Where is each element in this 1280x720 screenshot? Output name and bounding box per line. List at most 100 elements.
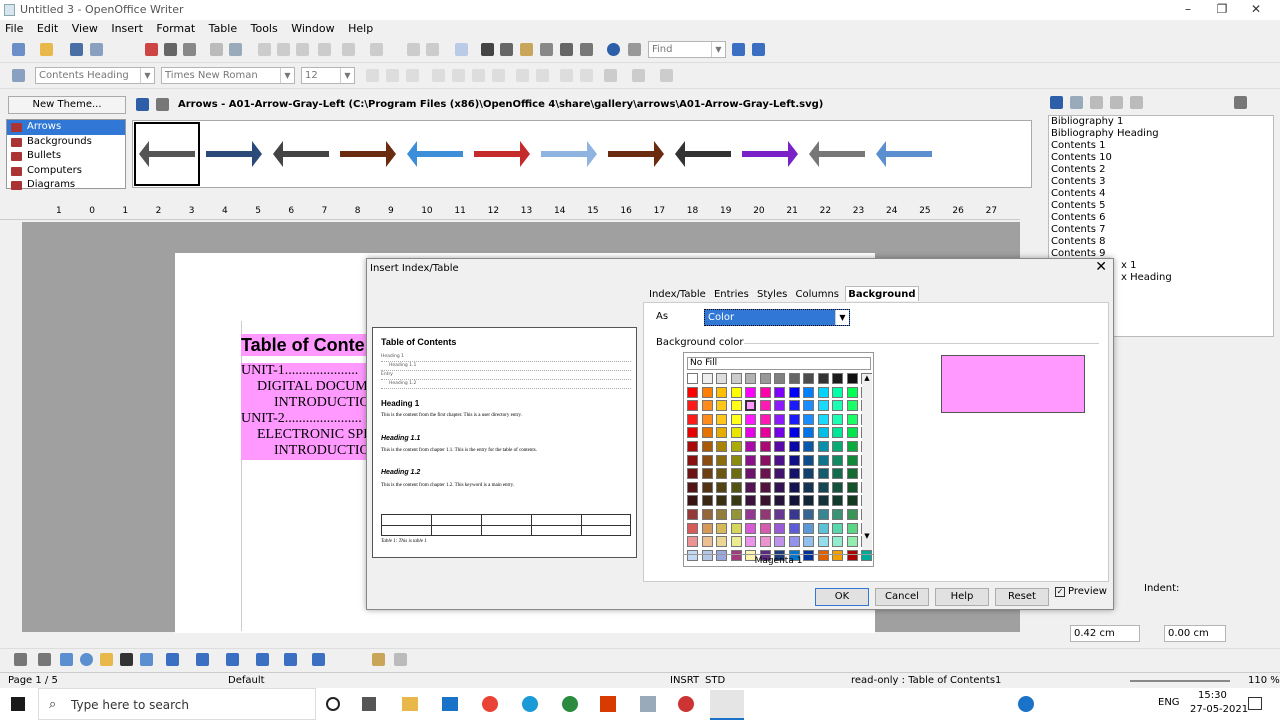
color-swatch[interactable] <box>788 373 800 384</box>
color-swatch[interactable] <box>846 413 858 425</box>
edge-icon[interactable] <box>522 696 538 712</box>
color-swatch[interactable] <box>701 441 713 452</box>
page-style[interactable]: Default <box>228 675 265 686</box>
color-swatch[interactable] <box>716 481 727 493</box>
app-icon[interactable] <box>640 696 656 712</box>
color-swatch[interactable] <box>687 509 698 520</box>
color-swatch[interactable] <box>788 454 800 466</box>
theme-item-bullets[interactable]: Bullets <box>7 149 125 164</box>
menu-format[interactable]: Format <box>151 20 200 37</box>
file-explorer-icon[interactable] <box>402 697 418 711</box>
find-input[interactable]: Find ▼ <box>648 41 726 58</box>
notification-icon[interactable] <box>1248 697 1262 710</box>
color-swatch[interactable] <box>817 386 829 398</box>
color-swatch[interactable] <box>759 441 771 452</box>
color-swatch[interactable] <box>817 495 829 507</box>
align-right-icon[interactable] <box>472 69 485 82</box>
menu-help[interactable]: Help <box>343 20 378 37</box>
numbering-icon[interactable] <box>516 69 529 82</box>
color-swatch[interactable] <box>832 427 843 439</box>
color-swatch[interactable] <box>832 509 843 520</box>
windows-start-icon[interactable] <box>11 697 25 711</box>
color-swatch[interactable] <box>701 468 713 480</box>
find-previous-icon[interactable] <box>752 43 765 56</box>
undo-icon[interactable] <box>342 43 355 56</box>
from-file-icon[interactable] <box>372 653 385 666</box>
background-color-icon[interactable] <box>660 69 673 82</box>
color-swatch[interactable] <box>788 441 800 452</box>
color-swatch[interactable] <box>832 386 843 398</box>
color-swatch[interactable] <box>832 536 843 548</box>
color-swatch[interactable] <box>817 454 829 466</box>
color-swatch[interactable] <box>846 536 858 548</box>
style-item[interactable]: Contents 5 <box>1049 200 1273 212</box>
menu-window[interactable]: Window <box>286 20 339 37</box>
callout-icon[interactable] <box>140 653 153 666</box>
open-folder-icon[interactable] <box>40 43 53 56</box>
reset-button[interactable]: Reset <box>995 588 1049 606</box>
color-swatch[interactable] <box>716 454 727 466</box>
spellcheck-icon[interactable] <box>210 43 223 56</box>
color-swatch[interactable] <box>716 522 727 534</box>
gallery-icon[interactable] <box>520 43 533 56</box>
color-swatch[interactable] <box>745 400 756 412</box>
color-swatch[interactable] <box>745 373 756 384</box>
input-language[interactable]: ENG <box>1158 697 1180 708</box>
email-icon[interactable] <box>90 43 103 56</box>
color-swatch[interactable] <box>832 373 843 384</box>
gallery-arrow[interactable] <box>809 141 865 167</box>
gallery-arrow[interactable] <box>541 141 597 167</box>
align-left-icon[interactable] <box>432 69 445 82</box>
color-swatch[interactable] <box>788 468 800 480</box>
color-swatch[interactable] <box>730 427 742 439</box>
color-swatch[interactable] <box>730 536 742 548</box>
find-next-icon[interactable] <box>732 43 745 56</box>
color-swatch[interactable] <box>730 400 742 412</box>
color-swatch[interactable] <box>745 536 756 548</box>
color-swatch[interactable] <box>832 495 843 507</box>
color-swatch[interactable] <box>803 413 814 425</box>
line-icon[interactable] <box>38 653 51 666</box>
bold-icon[interactable] <box>366 69 379 82</box>
task-view-icon[interactable] <box>362 697 376 711</box>
color-swatch[interactable] <box>687 495 698 507</box>
color-swatch[interactable] <box>774 441 785 452</box>
gallery-arrow[interactable] <box>340 141 396 167</box>
color-swatch[interactable] <box>817 427 829 439</box>
color-swatch[interactable] <box>774 400 785 412</box>
character-styles-icon[interactable] <box>1070 96 1083 109</box>
color-swatch[interactable] <box>730 454 742 466</box>
no-fill-option[interactable]: No Fill <box>687 357 871 370</box>
color-swatch[interactable] <box>730 522 742 534</box>
color-swatch[interactable] <box>759 373 771 384</box>
color-swatch[interactable] <box>832 522 843 534</box>
color-swatch[interactable] <box>846 454 858 466</box>
color-swatch[interactable] <box>803 454 814 466</box>
color-swatch[interactable] <box>817 522 829 534</box>
taskbar-search[interactable]: ⌕ Type here to search <box>38 688 316 720</box>
ellipse-icon[interactable] <box>80 653 93 666</box>
color-swatch[interactable] <box>687 441 698 452</box>
color-swatch[interactable] <box>803 427 814 439</box>
color-swatch[interactable] <box>774 427 785 439</box>
theme-item-computers[interactable]: Computers <box>7 164 125 179</box>
color-swatch[interactable] <box>759 481 771 493</box>
color-swatch[interactable] <box>759 413 771 425</box>
color-swatch[interactable] <box>745 509 756 520</box>
tab-styles[interactable]: Styles <box>755 287 789 302</box>
color-swatch[interactable] <box>846 427 858 439</box>
chevron-down-icon[interactable]: ▼ <box>711 42 725 57</box>
tab-columns[interactable]: Columns <box>794 287 842 302</box>
fill-format-icon[interactable] <box>1234 96 1247 109</box>
style-item[interactable]: Contents 1 <box>1049 140 1273 152</box>
whats-this-icon[interactable] <box>628 43 641 56</box>
color-swatch[interactable] <box>846 373 858 384</box>
help-tray-icon[interactable] <box>1018 696 1034 712</box>
color-swatch[interactable] <box>774 509 785 520</box>
page-styles-icon[interactable] <box>1110 96 1123 109</box>
paste-icon[interactable] <box>296 43 309 56</box>
color-swatch[interactable] <box>730 468 742 480</box>
tab-background[interactable]: Background <box>845 286 919 301</box>
menu-view[interactable]: View <box>67 20 103 37</box>
frame-styles-icon[interactable] <box>1090 96 1103 109</box>
